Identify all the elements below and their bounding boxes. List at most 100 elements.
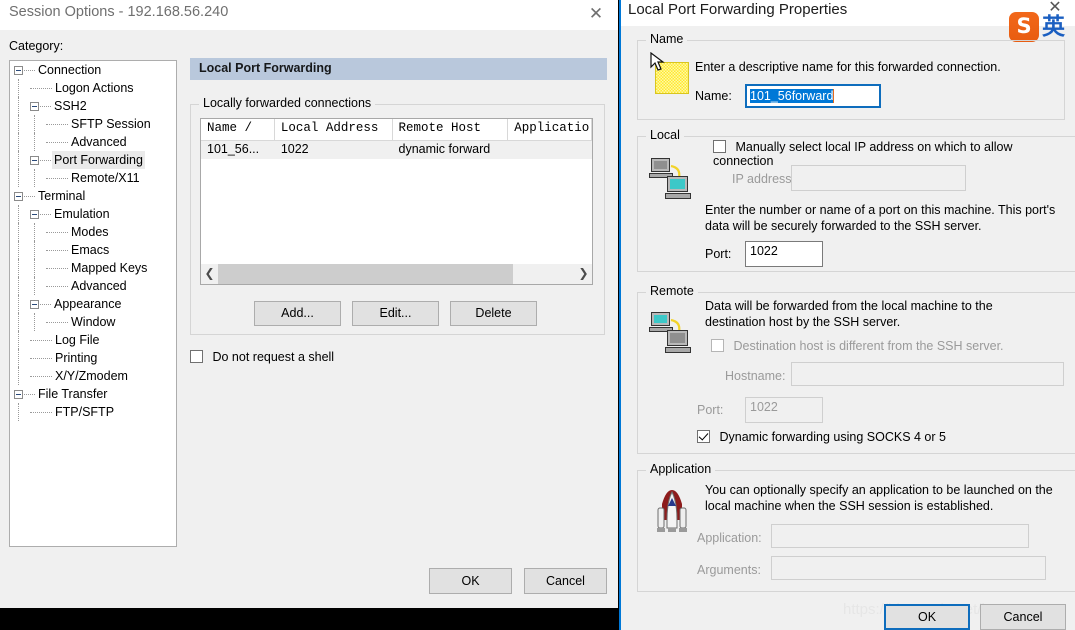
column-header-application[interactable]: Applicatio <box>508 119 592 140</box>
tree-item-advanced[interactable]: Advanced <box>10 133 176 151</box>
chevron-right-icon[interactable]: ❯ <box>575 264 592 284</box>
tree-item-log-file[interactable]: Log File <box>10 331 176 349</box>
ime-mode-icon[interactable]: 英 <box>1042 13 1065 41</box>
tree-item-port-forwarding[interactable]: Port Forwarding <box>10 151 176 169</box>
tree-item-emulation[interactable]: Emulation <box>10 205 176 223</box>
tree-item-label: Emulation <box>54 207 110 221</box>
edit-button[interactable]: Edit... <box>352 301 439 326</box>
tree-item-label: SFTP Session <box>71 117 151 131</box>
do-not-request-shell-checkbox[interactable]: Do not request a shell <box>190 350 334 366</box>
tree-item-remote-x11[interactable]: Remote/X11 <box>10 169 176 187</box>
tree-item-window[interactable]: Window <box>10 313 176 331</box>
dynamic-forwarding-label: Dynamic forwarding using SOCKS 4 or 5 <box>719 430 946 444</box>
forwarded-connections-list[interactable]: Name / Local Address Remote Host Applica… <box>200 118 593 285</box>
checkbox-box[interactable] <box>697 430 710 443</box>
ip-address-input[interactable] <box>791 165 966 191</box>
sogou-logo-icon[interactable]: S <box>1009 12 1039 42</box>
session-options-dialog: Session Options - 192.168.56.240 ✕ Categ… <box>0 0 618 608</box>
expander-icon[interactable] <box>14 192 23 202</box>
pane-header: Local Port Forwarding <box>190 58 607 80</box>
scrollbar-track[interactable] <box>218 264 575 284</box>
right-window-title: Local Port Forwarding Properties <box>628 1 848 18</box>
tree-item-label: Log File <box>55 333 100 347</box>
tree-item-label: Logon Actions <box>55 81 134 95</box>
local-port-value: 1022 <box>750 244 778 258</box>
category-tree[interactable]: Connection Logon Actions SSH2 SFTP Session A… <box>9 60 177 547</box>
remote-description: Data will be forwarded from the local ma… <box>705 299 993 329</box>
checkbox-box[interactable] <box>190 350 203 363</box>
tree-item-file-transfer[interactable]: File Transfer <box>10 385 176 403</box>
column-header-local-address[interactable]: Local Address <box>275 119 393 140</box>
scrollbar-thumb[interactable] <box>218 264 513 284</box>
expander-icon[interactable] <box>30 210 39 220</box>
destination-host-checkbox[interactable]: Destination host is different from the S… <box>711 339 1004 353</box>
hostname-input[interactable] <box>791 362 1064 386</box>
tree-item-label: Advanced <box>71 135 127 149</box>
tree-item-ssh2[interactable]: SSH2 <box>10 97 176 115</box>
dynamic-forwarding-checkbox[interactable]: Dynamic forwarding using SOCKS 4 or 5 <box>697 430 946 444</box>
tree-item-sftp-session[interactable]: SFTP Session <box>10 115 176 133</box>
list-header[interactable]: Name / Local Address Remote Host Applica… <box>201 119 592 141</box>
tree-item-label: Printing <box>55 351 98 365</box>
local-port-input[interactable]: 1022 <box>745 241 823 267</box>
tree-item-terminal[interactable]: Terminal <box>10 187 176 205</box>
checkbox-box[interactable] <box>711 339 724 352</box>
two-computers-icon <box>649 158 693 202</box>
tree-item-appearance[interactable]: Appearance <box>10 295 176 313</box>
tree-item-label: Window <box>71 315 116 329</box>
tree-item-printing[interactable]: Printing <box>10 349 176 367</box>
tree-item-label: Remote/X11 <box>71 171 140 185</box>
manual-ip-checkbox[interactable]: Manually select local IP address on whic… <box>713 140 1075 168</box>
tree-item-advanced[interactable]: Advanced <box>10 277 176 295</box>
close-icon[interactable]: ✕ <box>578 1 614 27</box>
column-header-remote-host[interactable]: Remote Host <box>393 119 509 140</box>
expander-icon[interactable] <box>30 156 39 166</box>
arguments-label: Arguments: <box>697 563 761 577</box>
arguments-input[interactable] <box>771 556 1046 580</box>
tree-item-label: Advanced <box>71 279 127 293</box>
tree-item-ftp-sftp[interactable]: FTP/SFTP <box>10 403 176 421</box>
expander-icon[interactable] <box>14 390 23 400</box>
expander-icon[interactable] <box>30 300 39 310</box>
tree-item-modes[interactable]: Modes <box>10 223 176 241</box>
hostname-label: Hostname: <box>725 369 786 383</box>
ok-button[interactable]: OK <box>429 568 512 594</box>
left-titlebar: Session Options - 192.168.56.240 ✕ <box>0 0 618 30</box>
checkbox-box[interactable] <box>713 140 726 153</box>
add-button[interactable]: Add... <box>254 301 341 326</box>
delete-button[interactable]: Delete <box>450 301 537 326</box>
ok-button[interactable]: OK <box>884 604 970 630</box>
name-field-label: Name: <box>695 89 732 103</box>
cancel-button[interactable]: Cancel <box>524 568 607 594</box>
tree-item-connection[interactable]: Connection <box>10 61 176 79</box>
column-header-name[interactable]: Name / <box>201 119 275 140</box>
expander-icon[interactable] <box>14 66 23 76</box>
tree-item-x-y-zmodem[interactable]: X/Y/Zmodem <box>10 367 176 385</box>
pane-header-title: Local Port Forwarding <box>199 61 332 75</box>
tree-item-label: Appearance <box>54 297 122 311</box>
remote-port-value: 1022 <box>750 400 778 414</box>
remote-group-legend: Remote <box>646 284 698 298</box>
table-row[interactable]: 101_56... 1022 dynamic forward <box>201 141 592 159</box>
left-window-title: Session Options - 192.168.56.240 <box>9 4 229 20</box>
cancel-button[interactable]: Cancel <box>980 604 1066 630</box>
remote-port-label: Port: <box>697 403 724 417</box>
tree-item-logon-actions[interactable]: Logon Actions <box>10 79 176 97</box>
local-group-legend: Local <box>646 128 684 142</box>
application-input[interactable] <box>771 524 1029 548</box>
chevron-left-icon[interactable]: ❮ <box>201 264 218 284</box>
tree-item-mapped-keys[interactable]: Mapped Keys <box>10 259 176 277</box>
tree-item-label: Connection <box>38 63 102 77</box>
horizontal-scrollbar[interactable]: ❮ ❯ <box>201 264 592 284</box>
space-shuttle-icon <box>649 488 695 540</box>
application-group-legend: Application <box>646 462 716 476</box>
tree-item-label: Emacs <box>71 243 110 257</box>
yellow-folder-cursor-icon <box>649 52 689 94</box>
name-input[interactable]: 101_56forward <box>745 84 881 108</box>
expander-icon[interactable] <box>30 102 39 112</box>
cell-application <box>508 141 592 159</box>
remote-port-input[interactable]: 1022 <box>745 397 823 423</box>
tree-item-emacs[interactable]: Emacs <box>10 241 176 259</box>
cell-local-address: 1022 <box>280 142 309 156</box>
tree-item-label: Terminal <box>38 189 86 203</box>
